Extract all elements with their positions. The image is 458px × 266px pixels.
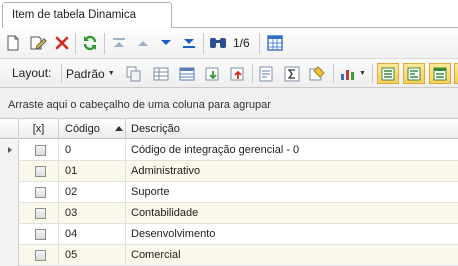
print-preview-icon[interactable] [257,65,275,82]
record-position: 1/6 [233,36,250,50]
layout-preset-dropdown[interactable]: Padrão ▼ [66,64,115,83]
toolbar-separator [203,33,204,54]
export-icon[interactable] [204,65,222,82]
row-checkbox[interactable] [35,145,46,156]
toolbar-separator [372,64,373,83]
tab-item-tabela-dinamica[interactable]: Item de tabela Dinamica [2,2,172,28]
code-cell: 01 [59,161,126,182]
table-row[interactable]: 02 Suporte [0,182,458,203]
table-row[interactable]: 05 Comercial [0,245,458,266]
row-indicator [0,140,19,161]
previous-record-icon[interactable] [135,36,151,50]
row-checkbox[interactable] [35,229,46,240]
import-icon[interactable] [229,65,247,82]
row-checkbox[interactable] [35,187,46,198]
description-cell: Administrativo [131,165,201,177]
row-indicator [0,245,19,266]
chart-icon [341,69,355,80]
grid-options-icon[interactable] [152,65,170,82]
table-icon[interactable] [178,65,196,82]
tab-label: Item de tabela Dinamica [12,9,137,21]
toolbar-separator [61,64,62,83]
sort-ascending-icon [115,126,123,131]
row-indicator-header [0,119,19,139]
view-mode-3-icon[interactable] [429,63,451,84]
grid-header: [x] Código Descrição [0,119,458,139]
toolbar-separator [259,33,260,54]
chart-dropdown[interactable]: ▼ [339,65,367,82]
row-indicator [0,161,19,182]
table-row[interactable]: 03 Contabilidade [0,203,458,224]
column-header-description[interactable]: Descrição [126,119,458,139]
description-cell: Código de integração gerencial - 0 [131,144,300,156]
chevron-down-icon: ▼ [107,70,115,77]
highlight-icon[interactable] [308,65,326,82]
description-cell: Desenvolvimento [131,228,216,240]
tab-strip: Item de tabela Dinamica [0,0,458,28]
record-toolbar: 1/6 [0,28,458,59]
toolbar-separator [252,64,253,83]
row-checkbox[interactable] [35,166,46,177]
check-cell [19,140,59,161]
group-by-panel[interactable]: Arraste aqui o cabeçalho de uma coluna p… [0,88,458,119]
find-icon[interactable] [209,35,227,51]
row-checkbox[interactable] [35,208,46,219]
view-mode-1-icon[interactable] [377,63,399,84]
check-cell [19,224,59,245]
sum-icon[interactable] [283,65,301,82]
toolbar-separator [333,64,334,83]
first-record-icon[interactable] [111,36,127,50]
row-indicator [0,203,19,224]
next-record-icon[interactable] [158,36,174,50]
new-document-icon[interactable] [5,35,21,51]
column-header-code-label: Código [65,123,100,135]
layout-preset-value: Padrão [66,66,105,81]
edit-icon[interactable] [29,35,47,51]
group-by-hint: Arraste aqui o cabeçalho de uma coluna p… [8,99,271,111]
check-cell [19,203,59,224]
column-chooser-icon[interactable] [266,34,284,52]
row-indicator [0,224,19,245]
description-cell: Suporte [131,186,170,198]
toolbar-separator [104,33,105,54]
layout-label: Layout: [12,66,52,80]
last-record-icon[interactable] [181,36,197,50]
toolbar-separator [75,33,76,54]
check-cell [19,245,59,266]
check-cell [19,161,59,182]
view-mode-4-icon[interactable] [454,63,458,84]
description-cell: Comercial [131,249,181,261]
code-cell: 04 [59,224,126,245]
row-checkbox[interactable] [35,250,46,261]
column-header-check[interactable]: [x] [19,119,59,139]
row-indicator [0,182,19,203]
table-row[interactable]: 01 Administrativo [0,161,458,182]
view-mode-2-icon[interactable] [403,63,425,84]
chevron-down-icon: ▼ [359,70,366,77]
code-cell: 05 [59,245,126,266]
table-row[interactable]: 04 Desenvolvimento [0,224,458,245]
code-cell: 0 [59,140,126,161]
data-grid: [x] Código Descrição 0 Código de integra… [0,119,458,266]
check-cell [19,182,59,203]
current-row-arrow-icon [8,147,12,153]
layout-toolbar: Layout: Padrão ▼ ▼ [0,59,458,88]
code-cell: 03 [59,203,126,224]
refresh-icon[interactable] [81,34,99,52]
delete-icon[interactable] [54,35,70,51]
code-cell: 02 [59,182,126,203]
copy-layout-icon[interactable] [125,65,143,82]
table-row[interactable]: 0 Código de integração gerencial - 0 [0,140,458,161]
description-cell: Contabilidade [131,207,199,219]
